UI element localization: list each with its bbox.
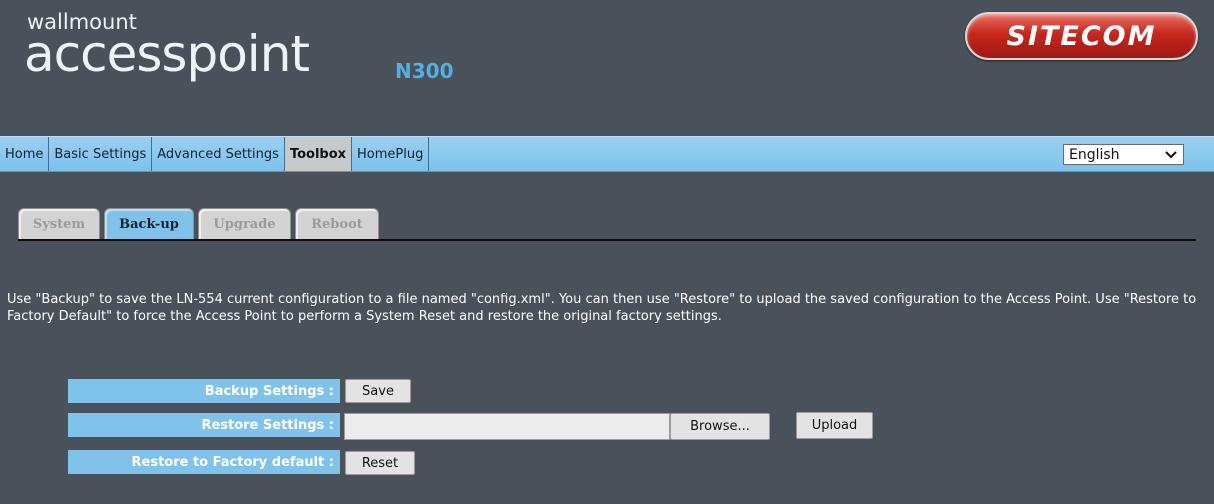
tab-system[interactable]: System	[18, 208, 100, 240]
main-nav: Home Basic Settings Advanced Settings To…	[0, 136, 1214, 172]
tab-upgrade[interactable]: Upgrade	[198, 208, 291, 240]
nav-toolbox[interactable]: Toolbox	[284, 137, 353, 171]
reset-button[interactable]: Reset	[345, 451, 415, 475]
tab-divider	[18, 239, 1196, 241]
tab-backup[interactable]: Back-up	[104, 208, 194, 240]
browse-button[interactable]: Browse...	[670, 413, 770, 440]
brand-title: accesspoint	[24, 25, 310, 83]
backup-settings-label: Backup Settings :	[68, 379, 340, 403]
logo-text: SITECOM	[1006, 20, 1157, 52]
upload-button[interactable]: Upload	[796, 412, 873, 439]
chevron-down-icon	[1165, 148, 1177, 162]
header: wallmount accesspoint N300 SITECOM	[0, 0, 1214, 136]
language-select-value: English	[1069, 146, 1120, 163]
brand-model: N300	[395, 59, 454, 83]
restore-file-field[interactable]	[344, 413, 670, 440]
nav-basic-settings[interactable]: Basic Settings	[49, 137, 153, 171]
sitecom-logo: SITECOM	[965, 12, 1198, 60]
save-button[interactable]: Save	[345, 379, 411, 403]
restore-settings-label: Restore Settings :	[68, 413, 340, 437]
nav-home[interactable]: Home	[0, 137, 50, 171]
factory-reset-label: Restore to Factory default :	[68, 450, 340, 474]
backup-description: Use "Backup" to save the LN-554 current …	[7, 292, 1197, 324]
nav-advanced-settings[interactable]: Advanced Settings	[152, 137, 285, 171]
nav-homeplug[interactable]: HomePlug	[352, 137, 430, 171]
toolbox-tabs: System Back-up Upgrade Reboot	[18, 208, 383, 240]
tab-reboot[interactable]: Reboot	[295, 208, 379, 240]
language-select[interactable]: English	[1063, 144, 1184, 165]
